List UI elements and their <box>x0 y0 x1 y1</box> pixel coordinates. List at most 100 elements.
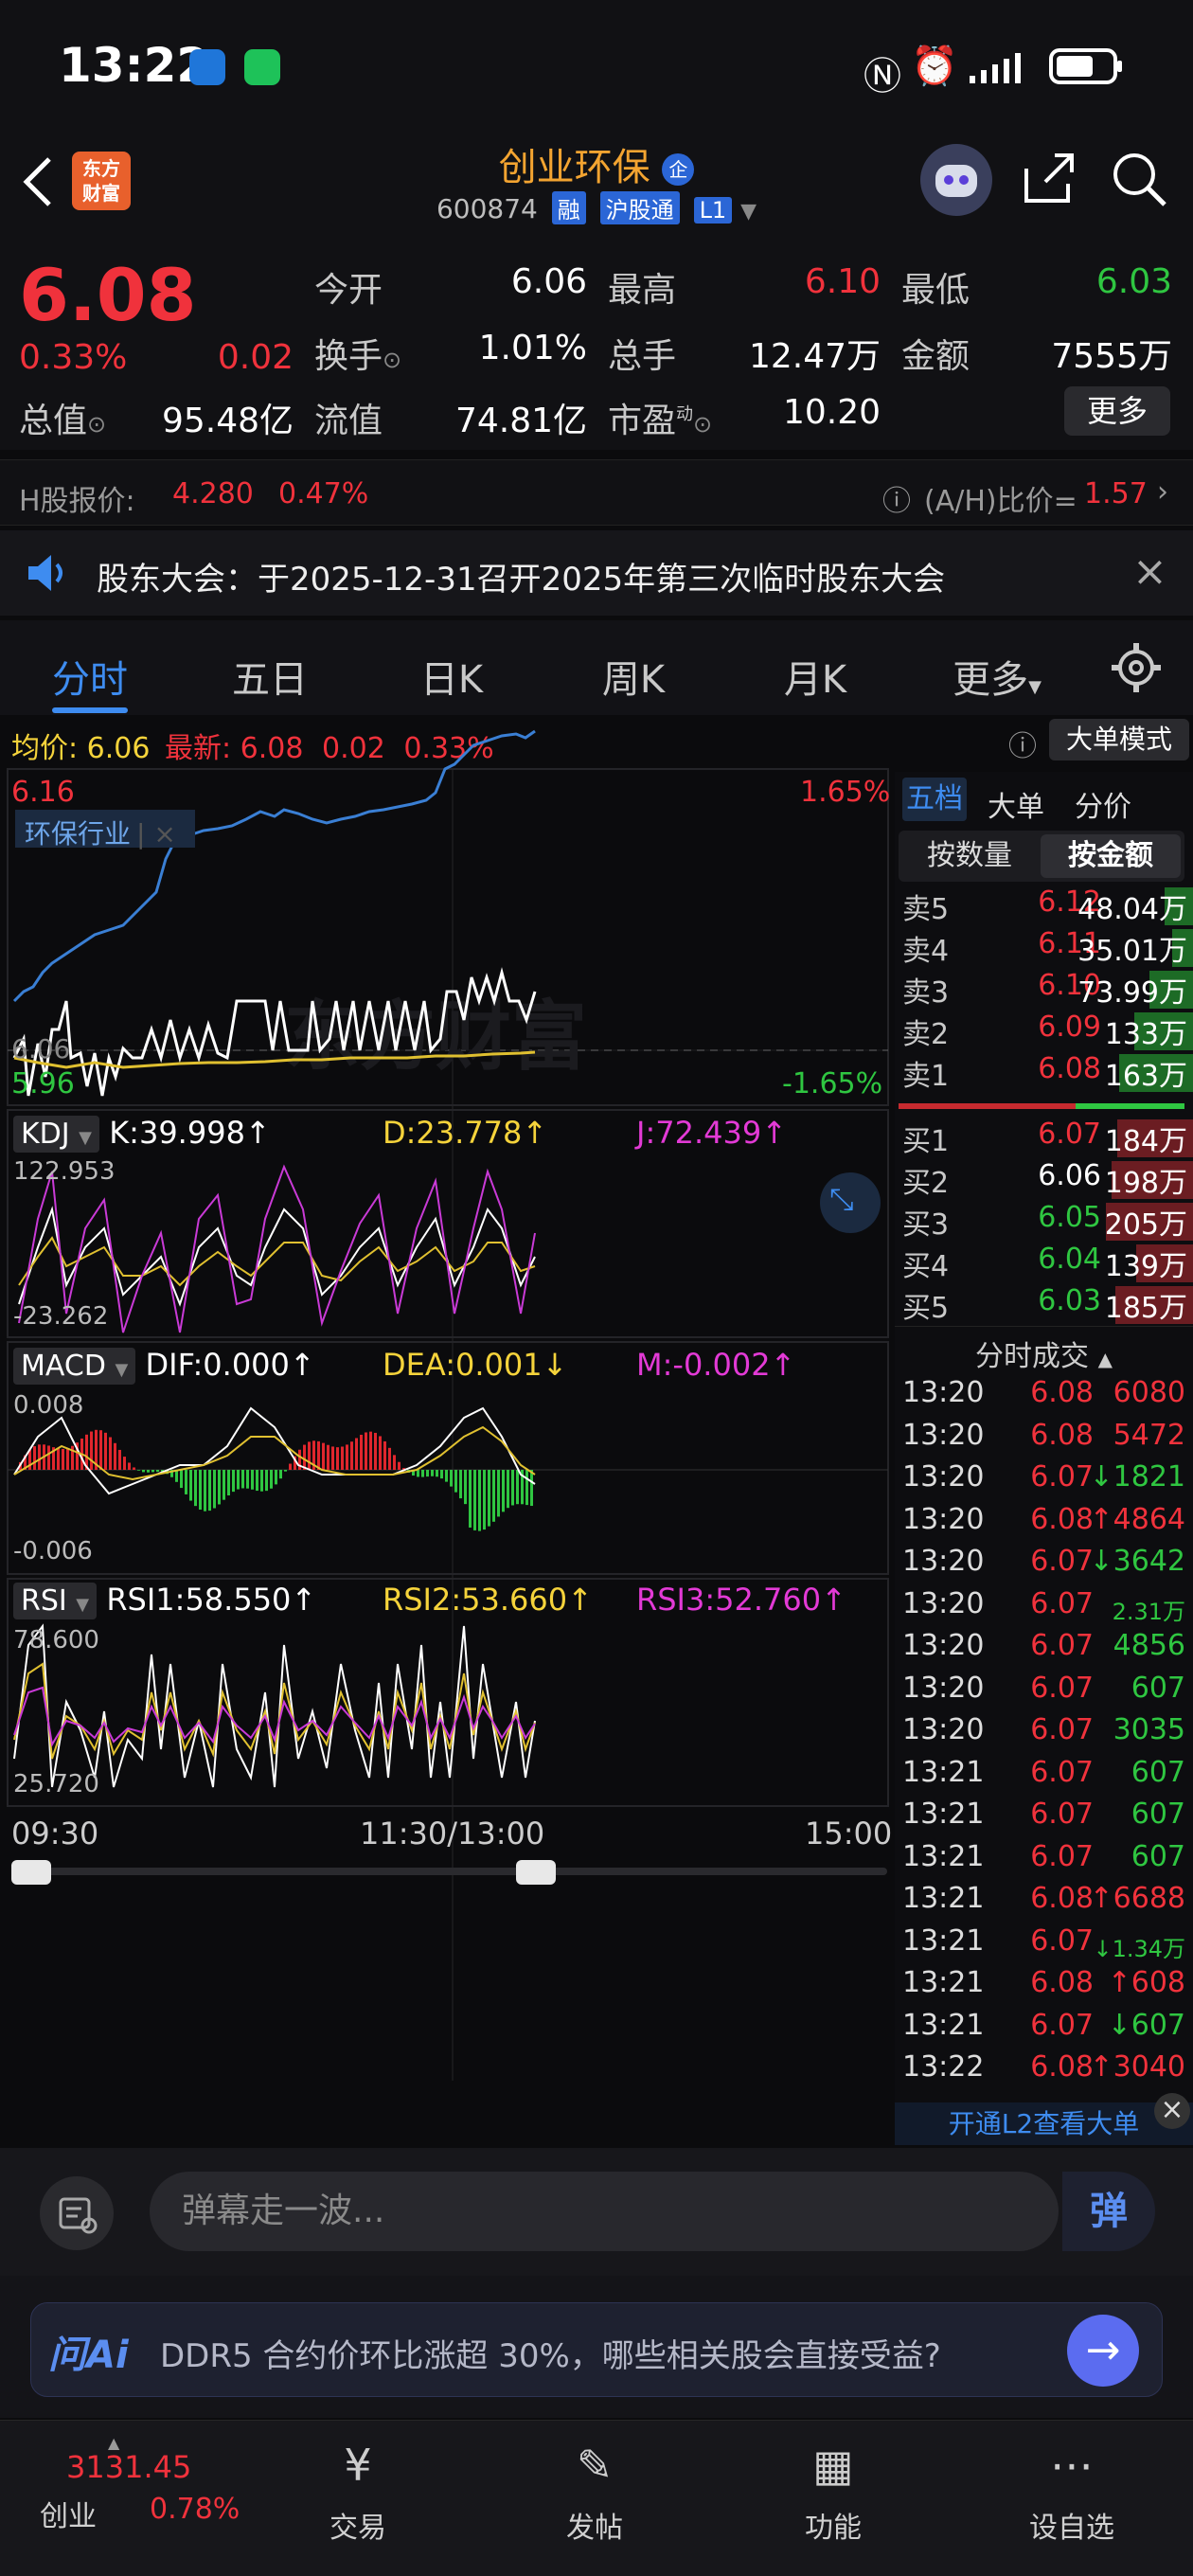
bid-level[interactable]: 买3 6.05 205万 <box>895 1201 1193 1243</box>
kdj-selector[interactable]: KDJ ▼ <box>13 1116 100 1153</box>
expand-icon[interactable]: ⤡ <box>829 1181 854 1218</box>
index-value: 3131.45 <box>66 2449 192 2485</box>
tab-five-level[interactable]: 五档 <box>902 778 967 821</box>
trade-time: 13:20 <box>902 1502 985 1536</box>
tab-big-order[interactable]: 大单 <box>988 783 1044 825</box>
ask-volume: 35.01万 <box>1077 935 1187 968</box>
macd-bar <box>436 1470 438 1477</box>
scroll-handle-right[interactable] <box>516 1860 556 1885</box>
h-share-row[interactable]: H股报价: 4.280 0.47% ⓘ (A/H)比价= 1.57 › <box>0 459 1193 526</box>
more-button[interactable]: 更多 <box>1064 386 1170 436</box>
stock-code: 600874 <box>436 193 538 224</box>
nav-trade[interactable]: ¥ 交易 <box>263 2440 453 2546</box>
ask-level[interactable]: 卖5 6.12 48.04万 <box>895 886 1193 927</box>
market-cap-label[interactable]: 总值⊙ <box>19 393 106 442</box>
big-order-mode-button[interactable]: 大单模式 <box>1049 719 1189 760</box>
stock-title[interactable]: 创业环保 企 <box>0 136 1193 191</box>
help-icon[interactable]: ⓘ <box>1008 723 1037 764</box>
unit-toggle: 按数量 按金额 <box>899 831 1184 882</box>
comment-settings-icon[interactable] <box>40 2176 114 2250</box>
trade-volume: 607 <box>1131 1839 1185 1873</box>
share-icon[interactable] <box>1021 150 1077 210</box>
arrow-right-icon[interactable]: → <box>1067 2315 1139 2387</box>
nav-post[interactable]: ✎ 发帖 <box>500 2440 689 2546</box>
ask-price: 6.09 <box>1038 1011 1101 1044</box>
ai-question-bar: 问Ai DDR5 合约价环比涨超 30%，哪些相关股会直接受益? → <box>0 2276 1193 2418</box>
close-icon: | × <box>136 818 176 850</box>
ask-volume: 73.99万 <box>1077 976 1187 1010</box>
tab-price-dist[interactable]: 分价 <box>1075 783 1131 825</box>
trade-price: 6.08 <box>1030 1418 1094 1452</box>
macd-selector[interactable]: MACD ▼ <box>13 1348 136 1385</box>
macd-bar <box>440 1470 443 1479</box>
pct-axis-top: 1.65% <box>800 776 891 809</box>
scroll-handle-left[interactable] <box>11 1860 51 1885</box>
rsi-min: 25.720 <box>13 1770 99 1798</box>
ai-question-box[interactable]: 问Ai DDR5 合约价环比涨超 30%，哪些相关股会直接受益? → <box>30 2302 1163 2397</box>
macd-bar <box>90 1431 93 1470</box>
settings-icon[interactable] <box>1110 641 1163 698</box>
macd-bar <box>308 1441 311 1470</box>
amount-label: 金额 <box>901 337 970 376</box>
ask-label: 卖1 <box>902 1060 950 1093</box>
time-axis-end: 15:00 <box>805 1816 893 1852</box>
info-icon: ⊙ <box>87 411 107 438</box>
macd-bar <box>246 1470 249 1489</box>
ask-volume: 133万 <box>1104 1018 1187 1051</box>
industry-tag[interactable]: 环保行业 | × <box>25 814 176 851</box>
search-icon[interactable] <box>1110 150 1170 214</box>
bid-level[interactable]: 买1 6.07 184万 <box>895 1118 1193 1159</box>
tab-more[interactable]: 更多▼ <box>917 649 1077 704</box>
ask-level[interactable]: 卖3 6.10 73.99万 <box>895 969 1193 1011</box>
macd-bar <box>109 1437 112 1470</box>
macd-bar <box>62 1448 64 1470</box>
macd-bar <box>260 1470 263 1492</box>
l2-upgrade-link[interactable]: 开通L2查看大单 <box>895 2102 1193 2145</box>
notice-banner[interactable]: 股东大会：于2025-12-31召开2025年第三次临时股东大会 × <box>0 530 1193 616</box>
tab-five-day[interactable]: 五日 <box>189 649 350 704</box>
trade-volume: ↑3040 <box>1089 2050 1185 2084</box>
by-amount-toggle[interactable]: 按金额 <box>1041 834 1181 878</box>
tab-weekly-k[interactable]: 周K <box>553 649 714 704</box>
nav-functions[interactable]: ▦ 功能 <box>739 2440 928 2546</box>
enterprise-badge-icon: 企 <box>662 153 695 186</box>
bid-level[interactable]: 买5 6.03 185万 <box>895 1284 1193 1326</box>
bid-level[interactable]: 买2 6.06 198万 <box>895 1159 1193 1201</box>
danmu-input[interactable]: 弹幕走一波... <box>150 2172 1059 2251</box>
ask-level[interactable]: 卖2 6.09 133万 <box>895 1011 1193 1052</box>
close-icon[interactable]: × <box>1132 547 1167 596</box>
tab-monthly-k[interactable]: 月K <box>735 649 896 704</box>
robot-assistant-icon[interactable] <box>920 144 992 216</box>
order-book: 五档 大单 分价 按数量 按金额 卖5 6.12 48.04万 卖4 6.11 … <box>895 772 1193 2145</box>
trades-title[interactable]: 分时成交 ▲ <box>895 1333 1193 1374</box>
macd-bar <box>417 1470 419 1477</box>
trade-time: 13:21 <box>902 1966 985 1999</box>
trade-volume: ↑6688 <box>1089 1882 1185 1915</box>
bid-level[interactable]: 买4 6.04 139万 <box>895 1243 1193 1284</box>
macd-bar <box>483 1470 486 1530</box>
nav-add-watchlist[interactable]: ⋯ 设自选 <box>977 2440 1166 2546</box>
trade-row: 13:20 6.07 2.31万 <box>895 1587 1193 1629</box>
ai-brand: 问Ai <box>48 2334 129 2377</box>
pe-label[interactable]: 市盈动⊙ <box>608 393 712 442</box>
h-share-price: 4.280 <box>172 477 254 510</box>
by-quantity-toggle[interactable]: 按数量 <box>899 831 1041 882</box>
trade-volume: 3035 <box>1113 1713 1185 1746</box>
rsi-selector[interactable]: RSI ▼ <box>13 1583 98 1619</box>
index-ticker[interactable]: ▲ 3131.45 创业 0.78% <box>19 2434 240 2567</box>
tab-daily-k[interactable]: 日K <box>371 649 532 704</box>
close-icon[interactable]: × <box>1154 2093 1190 2129</box>
macd-bar <box>516 1470 519 1505</box>
ask-level[interactable]: 卖1 6.08 163万 <box>895 1052 1193 1094</box>
tab-intraday[interactable]: 分时 <box>9 649 170 704</box>
turnover-label[interactable]: 换手⊙ <box>314 329 401 378</box>
macd-bar <box>270 1470 273 1489</box>
danmu-toggle-button[interactable]: 弹 <box>1062 2172 1155 2251</box>
macd-bar <box>57 1448 60 1470</box>
trade-time: 13:21 <box>902 1798 985 1831</box>
trade-time: 13:20 <box>902 1586 985 1620</box>
macd-bar <box>327 1444 329 1470</box>
stock-subtitle[interactable]: 600874 融 沪股通 L1 ▼ <box>0 191 1193 224</box>
ask-level[interactable]: 卖4 6.11 35.01万 <box>895 927 1193 969</box>
ah-ratio-label: (A/H)比价= <box>924 485 1077 518</box>
